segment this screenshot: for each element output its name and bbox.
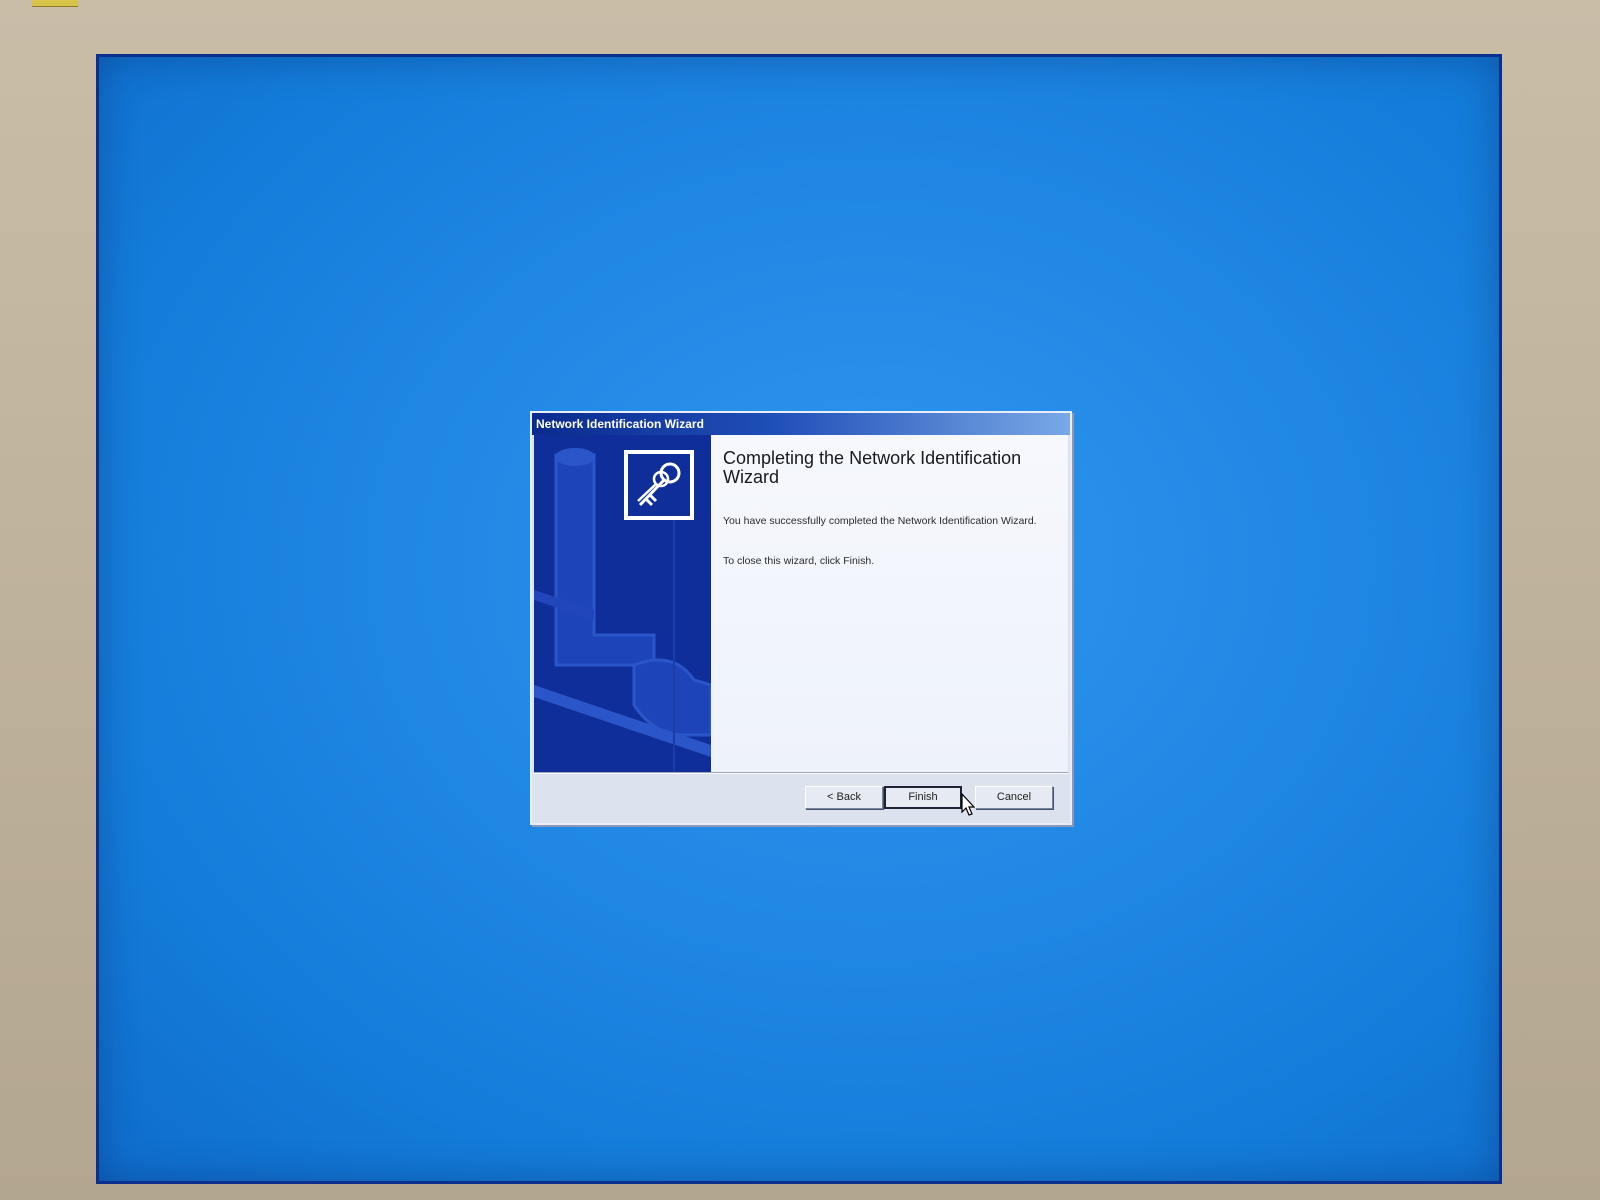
back-button[interactable]: < Back [805, 786, 883, 809]
wizard-side-banner [534, 435, 711, 772]
dialog-titlebar[interactable]: Network Identification Wizard [532, 413, 1070, 435]
sticker [32, 0, 78, 7]
wizard-content: Completing the Network Identification Wi… [711, 435, 1068, 772]
wizard-banner-art [534, 435, 711, 772]
mouse-pointer-icon [961, 793, 976, 816]
wizard-dialog: Network Identification Wizard Completing… [530, 411, 1072, 825]
monitor-bezel: Network Identification Wizard Completing… [0, 0, 1600, 1200]
wizard-heading: Completing the Network Identification Wi… [723, 448, 1022, 487]
dialog-body: Completing the Network Identification Wi… [534, 435, 1068, 772]
success-message: You have successfully completed the Netw… [723, 515, 1037, 527]
finish-button[interactable]: Finish [884, 786, 962, 809]
cancel-button[interactable]: Cancel [975, 786, 1053, 809]
desktop: Network Identification Wizard Completing… [96, 54, 1502, 1184]
close-instruction: To close this wizard, click Finish. [723, 555, 875, 567]
button-separator [534, 772, 1068, 774]
keys-icon [624, 450, 694, 520]
